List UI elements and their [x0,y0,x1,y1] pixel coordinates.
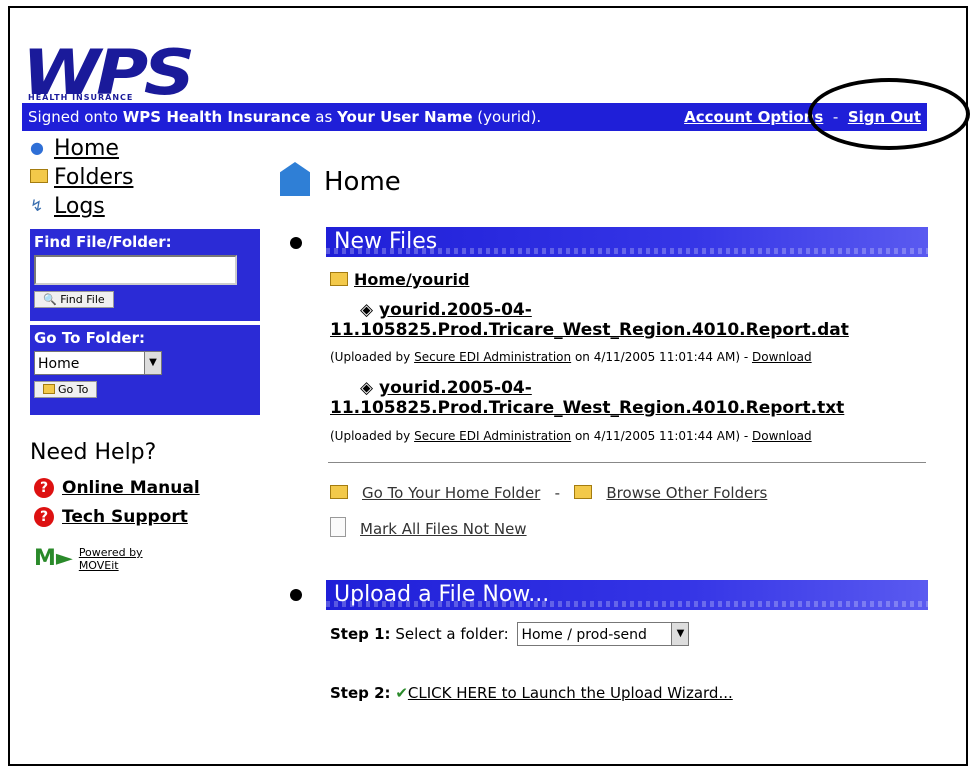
help-icon: ? [34,507,54,527]
help-icon: ? [34,478,54,498]
file-link-txt[interactable]: ◈ yourid.2005-04- 11.105825.Prod.Tricare_… [330,378,844,418]
mark-all-not-new-link[interactable]: Mark All Files Not New [330,517,527,538]
find-input[interactable] [34,255,237,285]
folder-icon [574,485,593,499]
upload-heading: Upload a File Now... [326,580,928,610]
folder-icon [330,485,348,499]
account-options-link[interactable]: Account Options [684,108,823,126]
goto-panel: Go To Folder: Home ▼ Go To [30,325,260,415]
bullet-icon [290,237,302,249]
logs-icon: ↯ [30,196,44,215]
online-manual-link[interactable]: ? Online Manual [34,478,200,498]
folder-icon [30,167,48,186]
page-title: Home [280,162,401,197]
chevron-down-icon: ▼ [144,352,161,374]
home-icon [280,162,310,196]
upload-step-2: Step 2: ✔CLICK HERE to Launch the Upload… [330,684,733,702]
moveit-logo-icon: M► [34,546,73,571]
file-upload-info: (Uploaded by Secure EDI Administration o… [330,350,812,364]
session-bar: Signed onto WPS Health Insurance as Your… [22,103,927,131]
document-icon [330,517,346,537]
user-name: Your User Name [337,108,473,126]
powered-by-moveit[interactable]: M► Powered by MOVEit [34,546,143,572]
globe-icon: ● [30,138,44,157]
bullet-icon [290,589,302,601]
nav-folders[interactable]: Folders [30,165,133,190]
uploader-link[interactable]: Secure EDI Administration [414,350,571,364]
find-panel: Find File/Folder: 🔍 Find File [30,229,260,321]
file-upload-info: (Uploaded by Secure EDI Administration o… [330,429,812,443]
browse-folders-link[interactable]: Browse Other Folders [574,484,767,502]
user-id: (yourid). [472,108,542,126]
new-file-icon: ◈ [360,378,374,398]
goto-button[interactable]: Go To [34,381,98,398]
upload-step-1: Step 1: Select a folder: Home / prod-sen… [330,622,690,646]
logo-subtext: HEALTH INSURANCE [28,93,134,102]
wizard-icon: ✔ [395,684,408,702]
folder-icon [330,272,348,286]
home-folder-link[interactable]: Home/yourid [330,270,469,289]
chevron-down-icon: ▼ [671,623,689,645]
find-file-button[interactable]: 🔍 Find File [34,291,114,308]
new-file-icon: ◈ [360,300,374,320]
find-title: Find File/Folder: [34,233,172,251]
nav-home[interactable]: ● Home [30,136,119,161]
wps-logo[interactable]: WPS HEALTH INSURANCE [22,36,252,109]
go-home-folder-link[interactable]: Go To Your Home Folder [330,484,540,502]
download-link[interactable]: Download [752,429,812,443]
tech-support-link[interactable]: ? Tech Support [34,507,188,527]
goto-folder-select[interactable]: Home ▼ [34,351,162,375]
divider [328,462,926,463]
goto-title: Go To Folder: [34,329,145,347]
need-help-heading: Need Help? [30,440,157,465]
file-link-dat[interactable]: ◈ yourid.2005-04- 11.105825.Prod.Tricare_… [330,300,849,340]
sign-out-link[interactable]: Sign Out [848,108,921,126]
account-links: Account Options - Sign Out [684,103,921,131]
link-separator: - [832,108,839,126]
folder-links: Go To Your Home Folder - Browse Other Fo… [330,484,767,502]
new-files-heading: New Files [326,227,928,257]
signed-on-text: Signed onto WPS Health Insurance as Your… [28,108,542,126]
nav-logs[interactable]: ↯ Logs [30,194,105,219]
org-name: WPS Health Insurance [122,108,311,126]
upload-folder-select[interactable]: Home / prod-send ▼ [517,622,690,646]
download-link[interactable]: Download [752,350,812,364]
launch-upload-wizard-link[interactable]: CLICK HERE to Launch the Upload Wizard..… [408,684,733,702]
uploader-link[interactable]: Secure EDI Administration [414,429,571,443]
